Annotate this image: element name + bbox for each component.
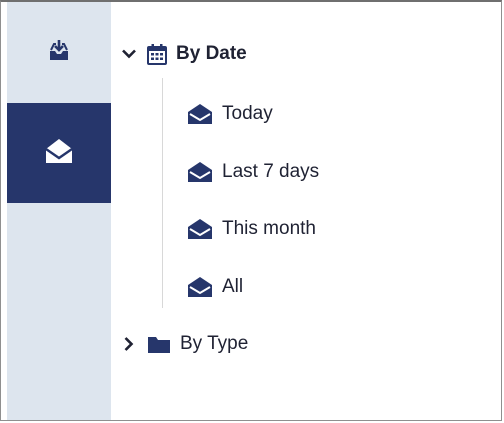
tree-node-today[interactable]: Today [187, 103, 273, 125]
tree-node-by-type[interactable]: By Type [121, 333, 248, 355]
chevron-right-icon[interactable] [121, 337, 137, 351]
tree-node-label: By Date [176, 43, 247, 64]
tree-node-label: Last 7 days [222, 161, 320, 182]
tree-guide-line [162, 78, 163, 308]
tree-node-label: This month [222, 218, 316, 239]
tree-node-last-7-days[interactable]: Last 7 days [187, 161, 319, 183]
tree-node-this-month[interactable]: This month [187, 218, 316, 240]
import-button[interactable] [7, 18, 111, 88]
tree-node-label: All [222, 276, 244, 297]
envelope-open-icon [187, 276, 213, 298]
sidebar-rail [7, 2, 111, 420]
chevron-down-icon[interactable] [121, 49, 137, 59]
tree-node-label: Today [222, 103, 273, 124]
window-frame: By Date Today Last 7 days This month All… [0, 0, 502, 421]
envelope-open-icon [187, 218, 213, 240]
envelope-open-icon [44, 137, 74, 170]
tree-node-by-date[interactable]: By Date [121, 43, 247, 65]
envelope-open-icon [187, 103, 213, 125]
folder-tree: By Date Today Last 7 days This month All… [111, 2, 501, 420]
tree-node-all[interactable]: All [187, 276, 243, 298]
calendar-icon [147, 43, 167, 65]
folder-icon [147, 335, 171, 354]
envelope-open-icon [187, 161, 213, 183]
mail-button[interactable] [7, 103, 111, 203]
tree-node-label: By Type [180, 333, 249, 354]
inbox-download-icon [46, 38, 72, 69]
